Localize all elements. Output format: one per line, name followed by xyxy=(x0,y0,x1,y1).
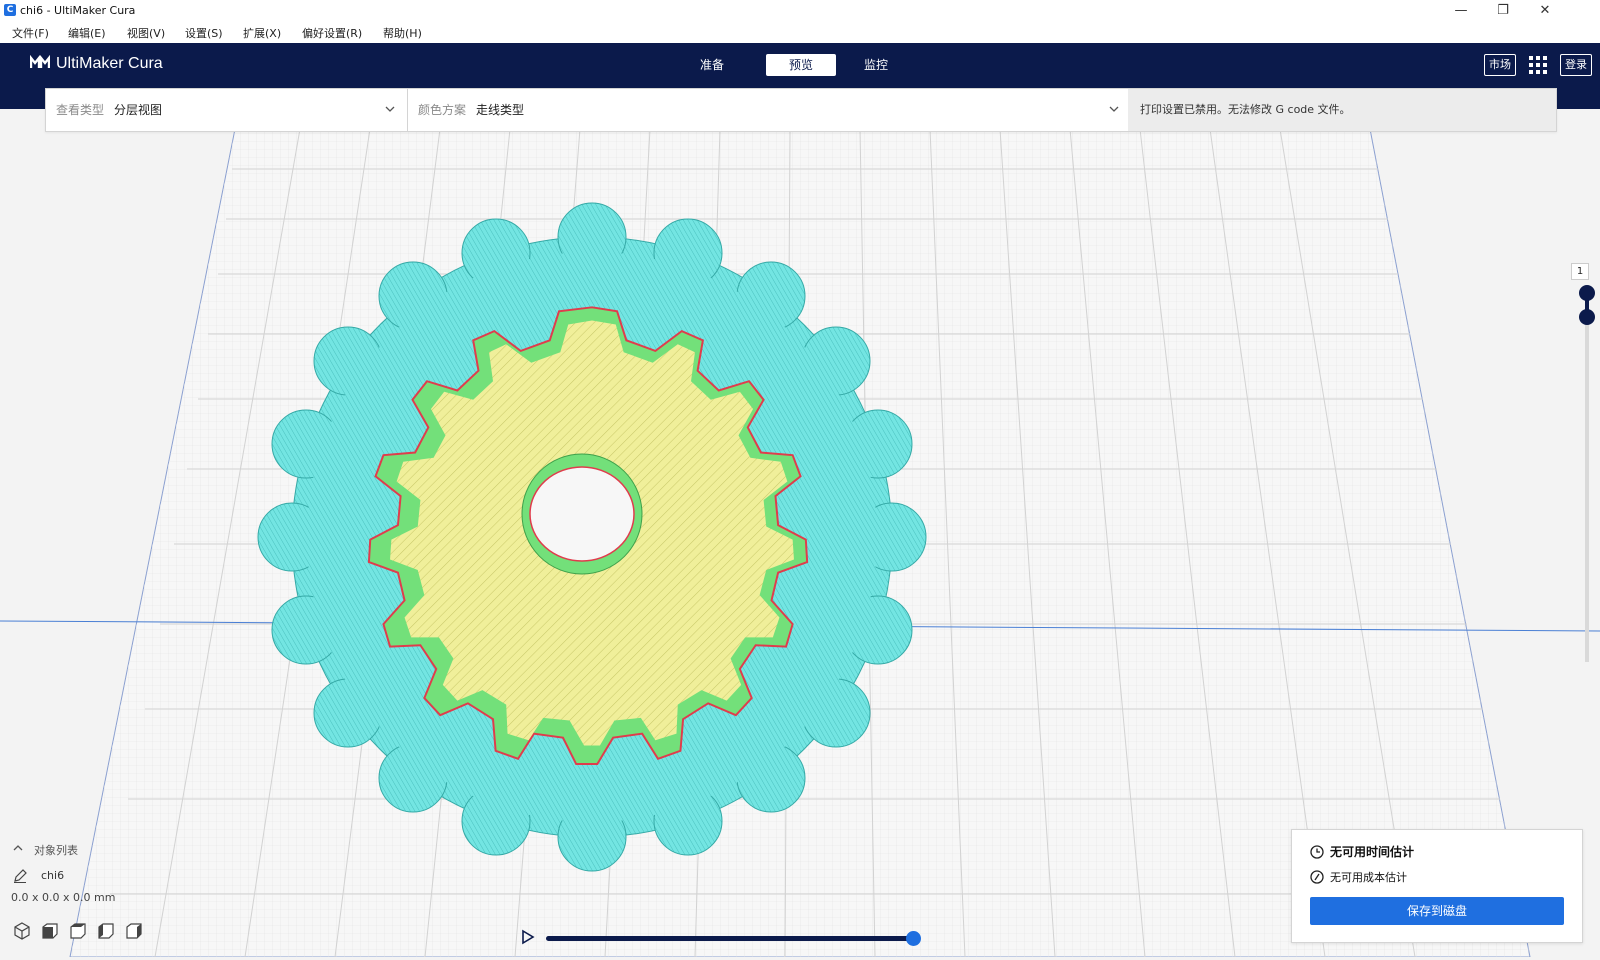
layer-upper-handle[interactable] xyxy=(1579,285,1595,301)
color-scheme-value: 走线类型 xyxy=(476,103,525,117)
object-name[interactable]: chi6 xyxy=(41,869,64,882)
object-dimensions: 0.0 x 0.0 x 0.0 mm xyxy=(11,891,116,904)
menu-edit[interactable]: 编辑(E) xyxy=(68,25,106,41)
color-scheme-dropdown[interactable]: 颜色方案 走线类型 xyxy=(418,89,1098,131)
tab-prepare[interactable]: 准备 xyxy=(688,54,736,76)
menu-help[interactable]: 帮助(H) xyxy=(383,25,422,41)
menu-file[interactable]: 文件(F) xyxy=(12,25,49,41)
marketplace-button[interactable]: 市场 xyxy=(1484,54,1516,76)
3d-view-icon[interactable] xyxy=(13,922,31,940)
minimize-button[interactable]: — xyxy=(1440,0,1482,22)
chevron-down-icon[interactable] xyxy=(384,103,396,115)
menu-bar: 文件(F) 编辑(E) 视图(V) 设置(S) 扩展(X) 偏好设置(R) 帮助… xyxy=(0,22,1600,44)
logo-text: UltiMaker Cura xyxy=(56,55,163,72)
chevron-down-icon[interactable] xyxy=(1108,103,1120,115)
cost-icon xyxy=(1310,870,1324,884)
save-to-disk-button[interactable]: 保存到磁盘 xyxy=(1310,897,1564,925)
menu-view[interactable]: 视图(V) xyxy=(127,25,165,41)
color-scheme-label: 颜色方案 xyxy=(418,103,467,117)
preview-toolbar: 查看类型 分层视图 颜色方案 走线类型 打印设置已禁用。无法修改 G code 文件… xyxy=(45,88,1557,132)
login-button[interactable]: 登录 xyxy=(1560,54,1592,76)
time-estimate-row: 无可用时间估计 xyxy=(1310,843,1414,860)
cost-estimate-row: 无可用成本估计 xyxy=(1310,869,1407,885)
edit-icon[interactable] xyxy=(13,869,27,883)
window-title: chi6 - UltiMaker Cura xyxy=(20,4,136,17)
apps-grid-icon[interactable] xyxy=(1528,55,1548,75)
play-icon[interactable] xyxy=(521,929,535,945)
toolbar-divider xyxy=(407,89,408,131)
ultimaker-logo-icon xyxy=(30,55,50,68)
view-type-label: 查看类型 xyxy=(56,103,105,117)
menu-extensions[interactable]: 扩展(X) xyxy=(243,25,281,41)
front-view-icon[interactable] xyxy=(41,922,59,940)
right-view-icon[interactable] xyxy=(125,922,143,940)
restore-button[interactable]: ❐ xyxy=(1482,0,1524,22)
print-info-panel: 无可用时间估计 无可用成本估计 保存到磁盘 xyxy=(1291,829,1583,943)
app-icon: C xyxy=(4,4,16,16)
menu-preferences[interactable]: 偏好设置(R) xyxy=(302,25,362,41)
clock-icon xyxy=(1310,845,1324,859)
layer-slider[interactable] xyxy=(1574,262,1600,662)
chevron-up-icon[interactable] xyxy=(12,842,24,854)
playback-handle[interactable] xyxy=(906,931,921,946)
tab-monitor[interactable]: 监控 xyxy=(852,54,900,76)
view-type-value: 分层视图 xyxy=(114,103,163,117)
view-type-dropdown[interactable]: 查看类型 分层视图 xyxy=(56,89,396,131)
left-view-icon[interactable] xyxy=(97,922,115,940)
layer-lower-handle[interactable] xyxy=(1579,309,1595,325)
simulation-playback xyxy=(516,926,921,950)
cost-estimate-text: 无可用成本估计 xyxy=(1330,871,1407,884)
app-logo: UltiMaker Cura xyxy=(30,55,163,73)
tab-preview[interactable]: 预览 xyxy=(766,54,836,76)
window-titlebar: C chi6 - UltiMaker Cura — ❐ ✕ xyxy=(0,0,1600,22)
print-settings-disabled-message: 打印设置已禁用。无法修改 G code 文件。 xyxy=(1128,89,1556,131)
menu-settings[interactable]: 设置(S) xyxy=(185,25,223,41)
time-estimate-text: 无可用时间估计 xyxy=(1330,845,1415,859)
playback-track[interactable] xyxy=(546,936,911,941)
top-view-icon[interactable] xyxy=(69,922,87,940)
close-button[interactable]: ✕ xyxy=(1524,0,1566,22)
object-list-panel: 对象列表 chi6 0.0 x 0.0 x 0.0 mm xyxy=(10,842,270,942)
object-list-toggle[interactable]: 对象列表 xyxy=(34,842,78,858)
